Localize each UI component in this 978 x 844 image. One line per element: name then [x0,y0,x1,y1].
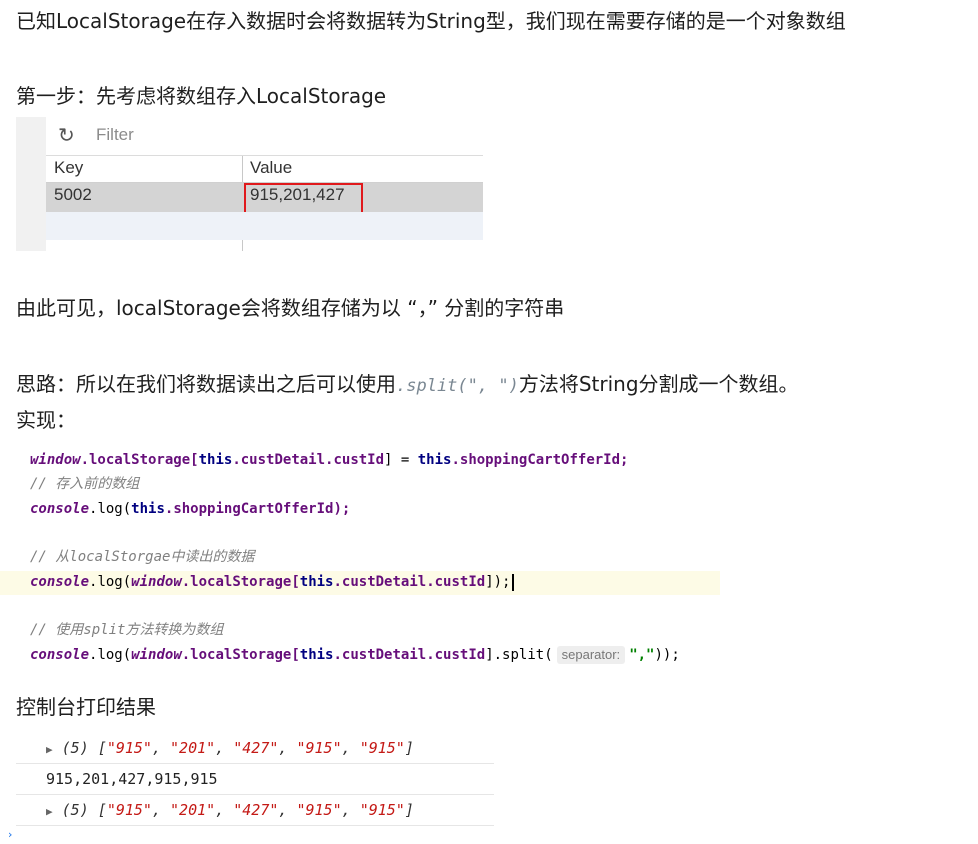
console-label: 控制台打印结果 [16,695,156,719]
observation-paragraph: 由此可见，localStorage会将数组存储为以 “，” 分割的字符串 [16,296,565,320]
storage-toolbar: ↻ Filter [46,117,483,156]
header-key[interactable]: Key [54,158,83,178]
impl-label: 实现： [16,408,76,432]
code-line-4: console.log(window.localStorage[this.cus… [30,646,680,664]
console-panel: ▶ (5) ["915", "201", "427", "915", "915"… [16,733,494,833]
row-key[interactable]: 5002 [54,185,92,205]
refresh-icon[interactable]: ↻ [58,123,75,147]
expand-triangle-icon[interactable]: ▶ [46,743,53,756]
code-comment-1: // 存入前的数组 [30,476,140,492]
step1-paragraph: 第一步：先考虑将数组存入LocalStorage [16,84,387,108]
idea-inline-code: .split(", ") [396,376,519,396]
console-prompt-icon[interactable]: › [8,828,12,841]
local-storage-panel: ↻ Filter Key Value 5002 915,201,427 [16,117,483,251]
intro-paragraph: 已知LocalStorage在存入数据时会将数据转为String型，我们现在需要… [16,9,846,33]
code-line-2: console.log(this.shoppingCartOfferId); [30,501,351,517]
table-row[interactable]: 5002 915,201,427 [46,183,483,214]
code-comment-2: // 从localStorgae中读出的数据 [30,549,255,565]
console-row-array-1[interactable]: ▶ (5) ["915", "201", "427", "915", "915"… [16,733,494,764]
code-comment-3: // 使用split方法转换为数组 [30,622,224,638]
idea-paragraph: 思路：所以在我们将数据读出之后可以使用.split(", ")方法将String… [16,370,799,400]
idea-prefix: 思路：所以在我们将数据读出之后可以使用 [16,372,396,396]
code-line-3: console.log(window.localStorage[this.cus… [30,570,514,594]
idea-suffix: 方法将String分割成一个数组。 [518,372,799,396]
text-caret [511,573,514,591]
table-header: Key Value [46,156,483,183]
console-row-array-2[interactable]: ▶ (5) ["915", "201", "427", "915", "915"… [16,795,494,826]
expand-triangle-icon[interactable]: ▶ [46,805,53,818]
code-line-1: window.localStorage[this.custDetail.cust… [30,452,629,468]
header-value[interactable]: Value [250,158,292,178]
filter-input[interactable]: Filter [96,125,134,145]
parameter-hint: separator: [556,646,626,664]
empty-row [46,212,483,240]
highlight-box [244,183,363,214]
storage-table: Key Value 5002 915,201,427 [46,156,483,251]
console-row-string: 915,201,427,915,915 [16,764,494,795]
